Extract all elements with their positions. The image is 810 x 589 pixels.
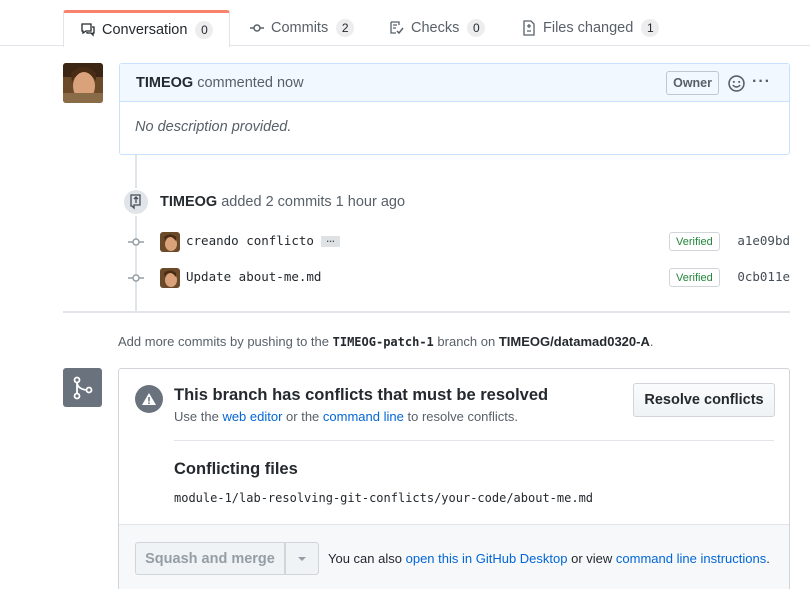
comment-timestamp: commented now — [197, 74, 304, 91]
push-note: Add more commits by pushing to the TIMEO… — [118, 334, 653, 349]
pr-tabs: Conversation 0 Commits 2 Checks 0 Files … — [0, 0, 810, 47]
footer-middle: or view — [571, 551, 613, 566]
git-commit-icon — [250, 24, 264, 32]
tab-conversation[interactable]: Conversation 0 — [63, 10, 231, 47]
web-editor-link[interactable]: web editor — [222, 409, 282, 424]
tab-label: Files changed — [543, 20, 634, 36]
tab-label: Checks — [411, 20, 460, 36]
github-desktop-link[interactable]: open this in GitHub Desktop — [406, 551, 568, 566]
timeline-divider — [63, 311, 790, 313]
commit-row: creando conflicto … Verified a1e09bd — [128, 231, 790, 253]
footer-prefix: You can also — [328, 551, 402, 566]
timeline-action: added 2 commits 1 hour ago — [221, 194, 406, 210]
conflict-title: This branch has conflicts that must be r… — [174, 386, 549, 404]
git-merge-icon — [63, 368, 102, 407]
repo-push-icon — [122, 188, 150, 216]
comment-author[interactable]: TIMEOG — [136, 75, 193, 91]
avatar[interactable] — [160, 268, 180, 288]
conflict-subtitle: Use the web editor or the command line t… — [174, 409, 518, 424]
conflict-sub-suffix: to resolve conflicts. — [407, 409, 519, 424]
conflict-sub-prefix: Use the — [174, 409, 219, 424]
comment-body: No description provided. — [135, 119, 292, 135]
tab-label: Commits — [271, 20, 329, 36]
command-line-instructions-link[interactable]: command line instructions — [616, 551, 766, 566]
conflicting-files-title: Conflicting files — [174, 460, 298, 478]
conflict-sub-middle: or the — [286, 409, 320, 424]
add-reaction-icon[interactable] — [728, 75, 745, 92]
verified-badge[interactable]: Verified — [669, 268, 720, 287]
file-diff-icon — [523, 20, 535, 36]
tab-checks[interactable]: Checks 0 — [373, 10, 501, 46]
avatar[interactable] — [63, 63, 103, 103]
merge-options-dropdown[interactable] — [285, 542, 319, 575]
merge-footer-text: You can also open this in GitHub Desktop… — [328, 551, 770, 566]
command-line-link[interactable]: command line — [323, 409, 404, 424]
alert-icon — [135, 385, 163, 413]
tab-label: Conversation — [102, 22, 188, 38]
triangle-down-icon — [298, 556, 306, 561]
kebab-menu-icon[interactable]: ··· — [752, 73, 771, 91]
expand-commit-button[interactable]: … — [321, 235, 340, 247]
footer-suffix: . — [766, 551, 770, 566]
tab-counter: 1 — [641, 19, 660, 37]
owner-badge: Owner — [666, 71, 719, 95]
push-note-middle: branch on — [437, 334, 496, 349]
commit-sha[interactable]: a1e09bd — [737, 233, 790, 248]
timeline-author[interactable]: TIMEOG — [160, 194, 217, 210]
comment-discussion-icon — [81, 23, 95, 37]
tab-commits[interactable]: Commits 2 — [233, 10, 370, 46]
merge-box: This branch has conflicts that must be r… — [118, 368, 790, 589]
commit-message[interactable]: creando conflicto — [186, 233, 314, 248]
tab-files-changed[interactable]: Files changed 1 — [505, 10, 675, 46]
divider — [174, 440, 774, 441]
repo-name: TIMEOG/datamad0320-A — [498, 334, 650, 349]
tab-counter: 2 — [336, 19, 355, 37]
git-commit-icon — [128, 274, 144, 282]
commit-message[interactable]: Update about-me.md — [186, 269, 321, 284]
squash-and-merge-button[interactable]: Squash and merge — [135, 542, 285, 575]
timeline-event: TIMEOG added 2 commits 1 hour ago — [160, 194, 405, 210]
push-note-prefix: Add more commits by pushing to the — [118, 334, 329, 349]
comment-header: TIMEOG commented now Owner ··· — [120, 64, 789, 102]
verified-badge[interactable]: Verified — [669, 232, 720, 251]
git-commit-icon — [128, 238, 144, 246]
conflicting-file-path: module-1/lab-resolving-git-conflicts/you… — [174, 491, 594, 505]
resolve-conflicts-button[interactable]: Resolve conflicts — [633, 383, 775, 417]
branch-name: TIMEOG-patch-1 — [332, 335, 434, 349]
merge-footer: Squash and merge You can also open this … — [119, 524, 789, 589]
tab-counter: 0 — [467, 19, 486, 37]
avatar[interactable] — [160, 232, 180, 252]
push-note-suffix: . — [649, 334, 654, 349]
commit-sha[interactable]: 0cb011e — [737, 269, 790, 284]
comment-box: TIMEOG commented now Owner ··· No descri… — [119, 63, 790, 155]
commit-row: Update about-me.md Verified 0cb011e — [128, 267, 790, 289]
tab-counter: 0 — [195, 21, 214, 39]
checklist-icon — [390, 21, 404, 35]
